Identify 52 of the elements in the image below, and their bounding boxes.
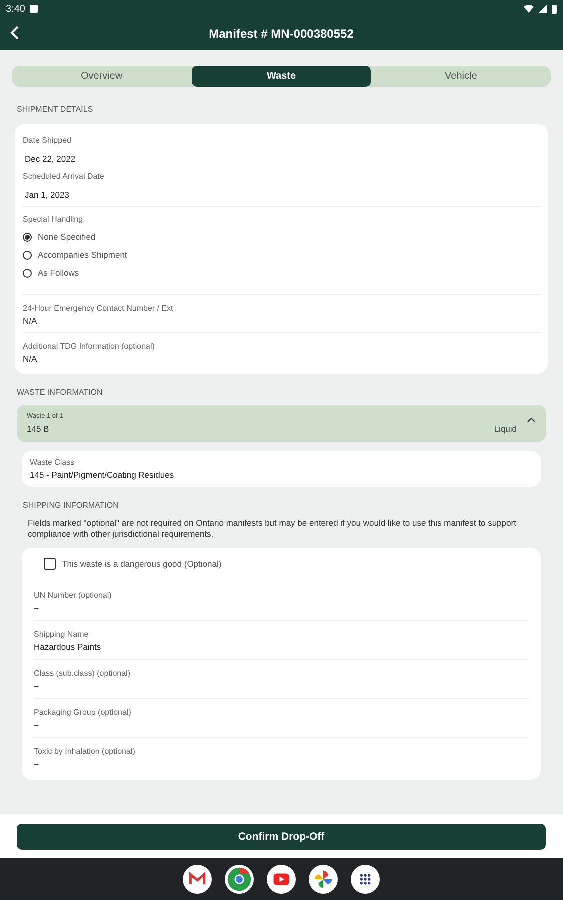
field-label: Additional TDG Information (optional) xyxy=(23,342,156,351)
field-label: Shipping Name xyxy=(34,630,90,640)
field-label: 24-Hour Emergency Contact Number / Ext xyxy=(23,304,174,313)
field-value: N/A xyxy=(23,316,38,326)
radio-button[interactable] xyxy=(23,232,32,242)
field-label: Date Shipped xyxy=(23,136,72,145)
field-value: – xyxy=(34,681,40,692)
radio-label: Accompanies Shipment xyxy=(38,250,128,260)
info-note: Fields marked "optional" are not required on Ontario manifests but may be entered if you would like to use this manifest to support compliance with other jurisdictional requirements. xyxy=(28,518,518,540)
signal-icon xyxy=(539,5,547,13)
pinwheel-icon[interactable] xyxy=(309,864,338,894)
tab[interactable]: Vehicle xyxy=(371,66,552,87)
mail-icon[interactable] xyxy=(183,864,212,894)
tab[interactable]: Overview xyxy=(12,66,192,87)
wifi-icon xyxy=(524,5,534,13)
confirm-button[interactable]: Confirm Drop-Off xyxy=(17,824,546,850)
battery-icon xyxy=(552,4,557,14)
field-value: 145 - Paint/Pigment/Coating Residues xyxy=(30,470,176,480)
status-time: 3:40 xyxy=(6,4,26,14)
screen-title: Manifest # MN-000380552 xyxy=(209,27,354,41)
field-label: Class (sub.class) (optional) xyxy=(34,669,132,678)
apps-grid-icon[interactable] xyxy=(351,864,380,894)
field-label: Toxic by Inhalation (optional) xyxy=(34,747,136,756)
field-value: – xyxy=(34,720,40,730)
section-heading: WASTE INFORMATION xyxy=(17,388,104,397)
field-value: – xyxy=(34,759,40,770)
section-heading: SHIPMENT DETAILS xyxy=(17,105,94,114)
field-label: Special Handling xyxy=(23,215,84,224)
browser-icon[interactable] xyxy=(225,864,254,894)
radio-button[interactable] xyxy=(23,268,32,278)
waste-code: 145 B xyxy=(27,424,50,434)
field-value: Jan 1, 2023 xyxy=(24,190,70,200)
waste-state: Liquid xyxy=(494,424,517,434)
field-label: Packaging Group (optional) xyxy=(34,708,132,718)
checkbox[interactable] xyxy=(44,558,56,570)
back-icon[interactable] xyxy=(10,26,20,40)
notification-icon xyxy=(30,5,38,13)
field-value: N/A xyxy=(23,354,38,364)
radio-label: None Specified xyxy=(38,232,96,242)
field-label: Waste Class xyxy=(30,458,76,467)
section-heading: SHIPPING INFORMATION xyxy=(23,501,120,510)
field-label: UN Number (optional) xyxy=(34,591,113,600)
field-value: Dec 22, 2022 xyxy=(24,154,77,164)
radio-label: As Follows xyxy=(38,268,80,278)
chevron-up-icon xyxy=(527,416,536,422)
play-icon[interactable] xyxy=(267,864,296,894)
tab[interactable]: Waste xyxy=(192,66,372,87)
field-label: Scheduled Arrival Date xyxy=(23,172,106,181)
field-value: – xyxy=(34,603,40,614)
checkbox-label: This waste is a dangerous good (Optional) xyxy=(62,559,222,570)
radio-button[interactable] xyxy=(23,250,32,260)
field-value: Hazardous Paints xyxy=(34,642,102,652)
